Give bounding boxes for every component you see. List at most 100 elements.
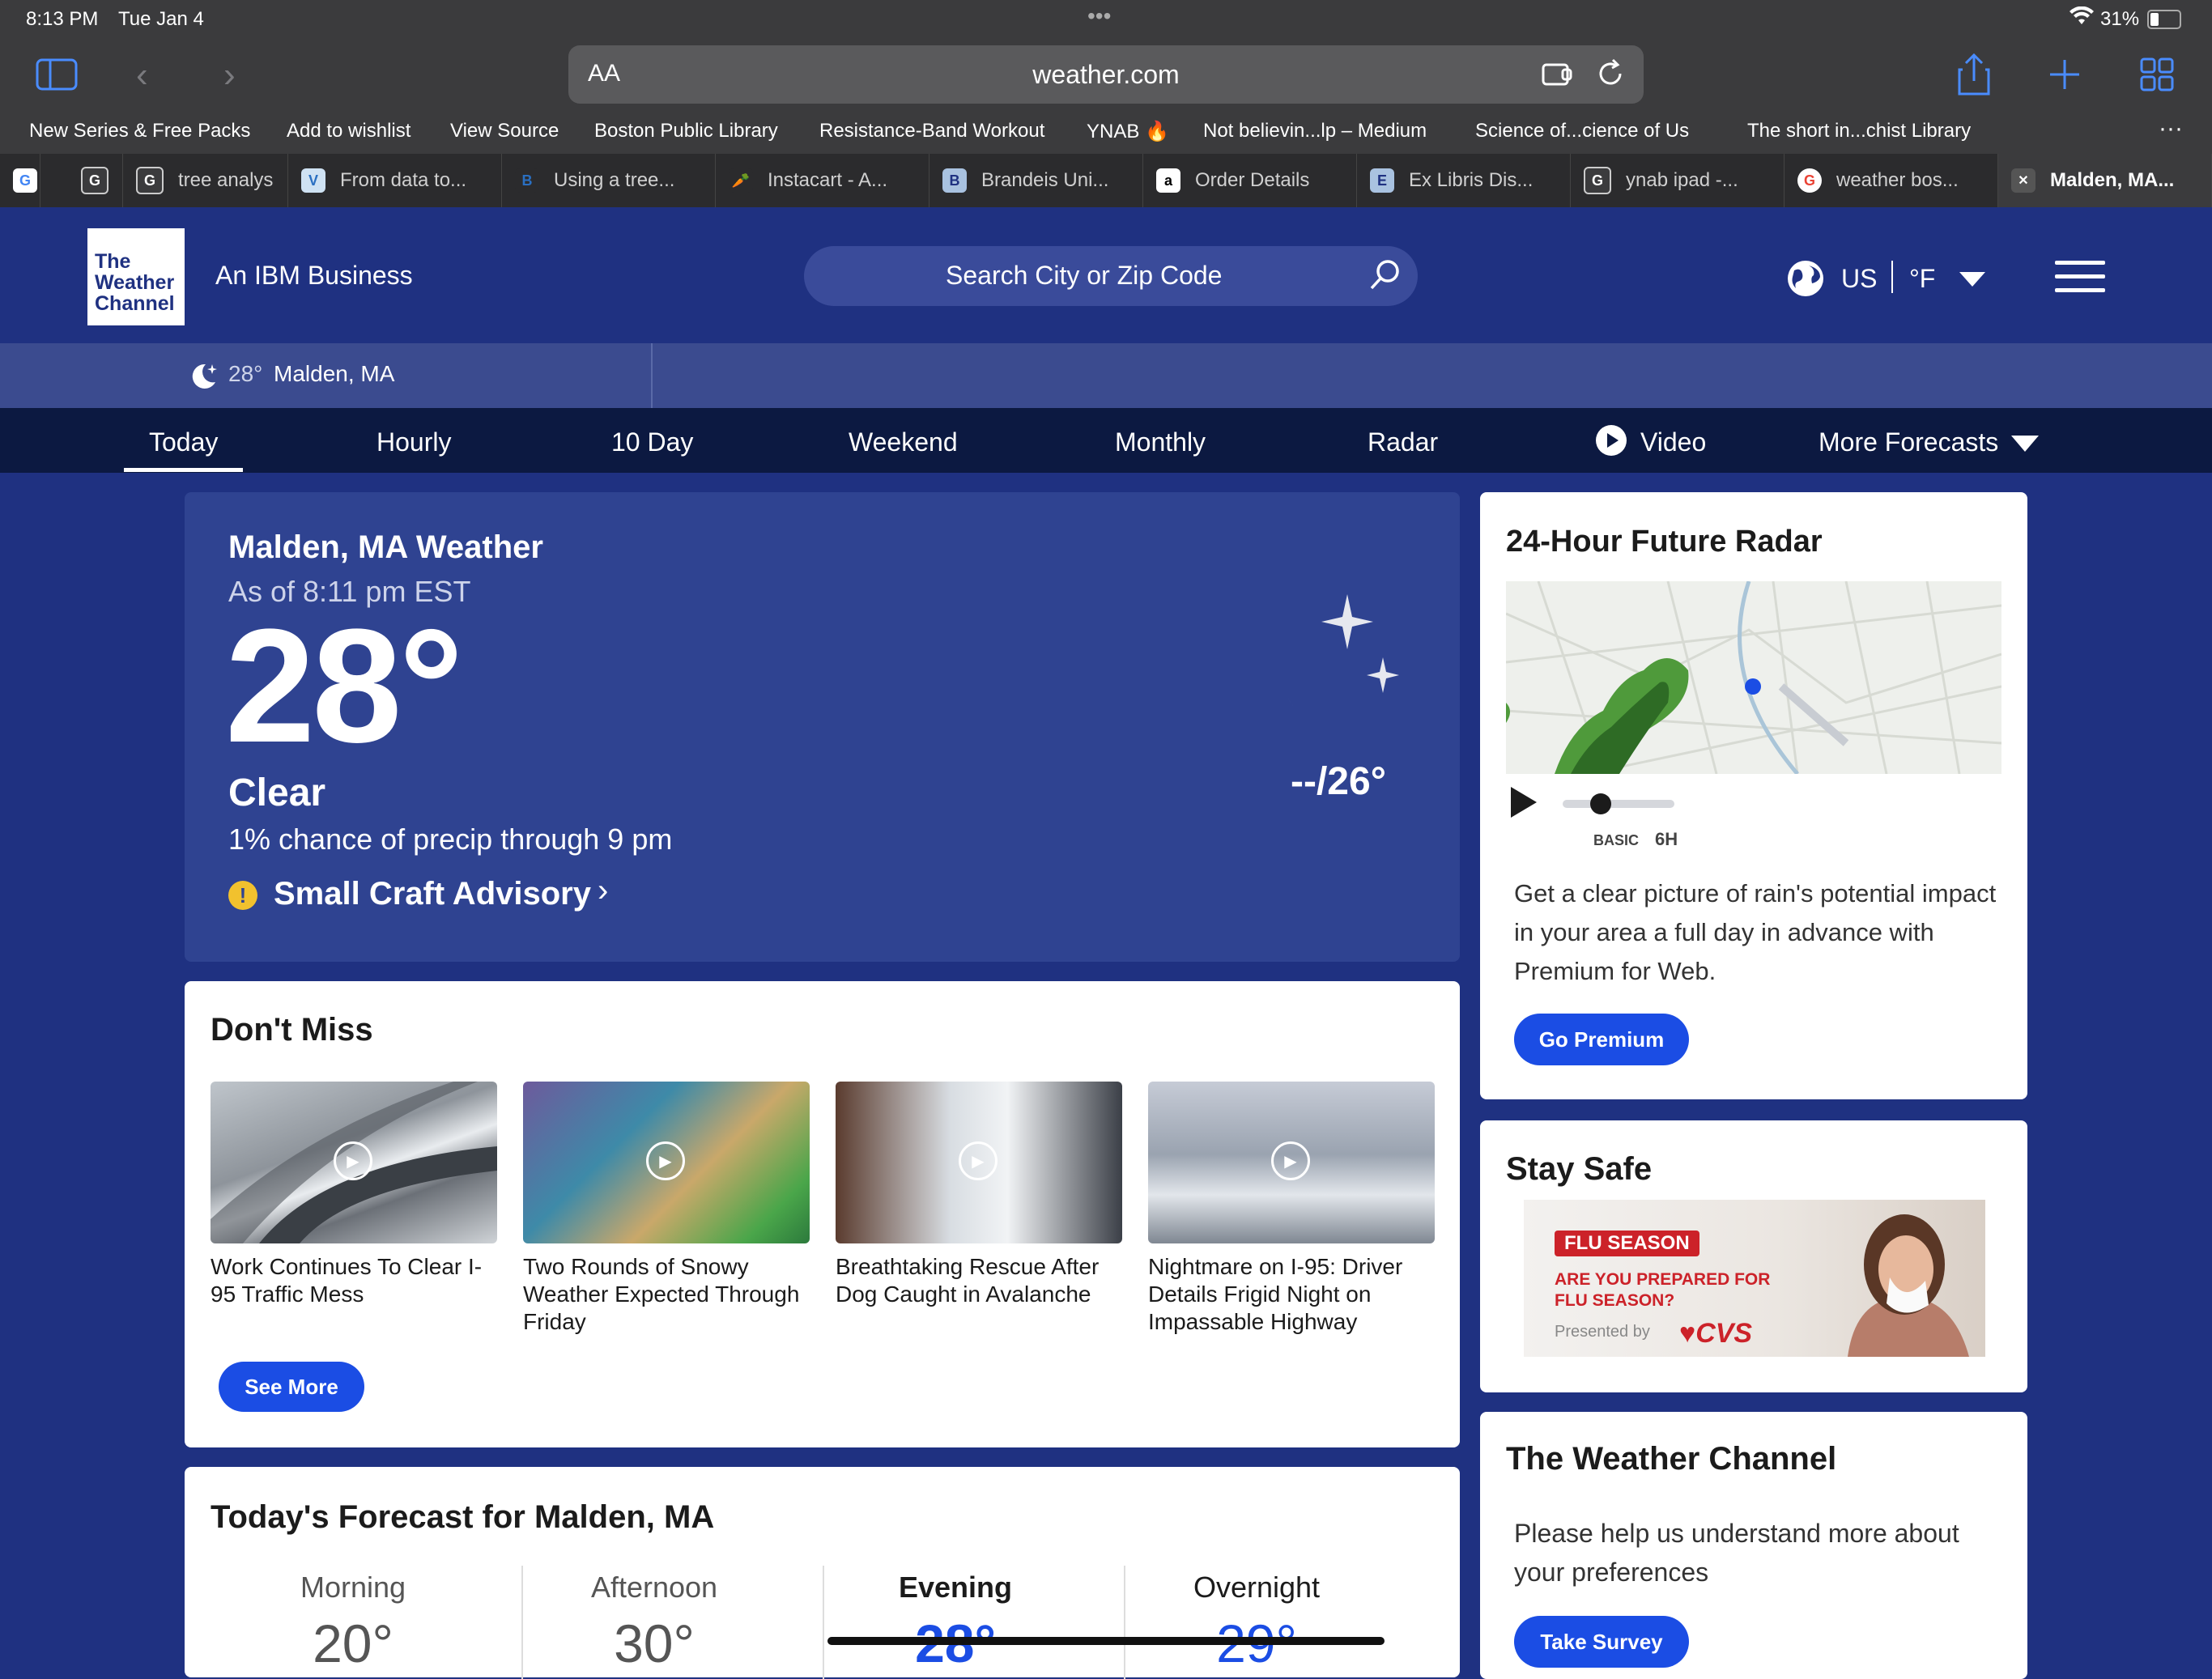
news-thumbnail[interactable]: ▶ <box>211 1082 497 1243</box>
bookmark-item[interactable]: The short in...chist Library <box>1747 120 1971 142</box>
current-title: Malden, MA Weather <box>228 529 543 565</box>
bookmark-item[interactable]: Resistance-Band Workout <box>819 120 1044 142</box>
section-title: The Weather Channel <box>1506 1441 1837 1477</box>
logo-line: Weather <box>95 271 175 294</box>
slider-label-basic: BASIC <box>1593 832 1640 848</box>
radar-timeline-slider[interactable] <box>1563 800 1674 808</box>
advisory-link[interactable]: Small Craft Advisory <box>274 876 591 912</box>
logo-line: Channel <box>95 292 175 315</box>
recent-location-name[interactable]: Malden, MA <box>274 361 394 387</box>
news-thumbnail[interactable]: ▶ <box>523 1082 810 1243</box>
status-date: Tue Jan 4 <box>118 8 204 30</box>
chevron-down-icon[interactable] <box>1959 272 1985 287</box>
back-arrow-icon[interactable]: ‹ <box>136 39 148 112</box>
slider-thumb[interactable] <box>1590 793 1611 814</box>
home-indicator[interactable] <box>827 1637 1385 1645</box>
news-headline[interactable]: Nightmare on I-95: Driver Details Frigid… <box>1148 1253 1440 1336</box>
address-bar[interactable]: AA weather.com <box>568 45 1644 104</box>
reload-icon[interactable] <box>1593 57 1627 95</box>
radar-map[interactable] <box>1506 581 2001 774</box>
nav-monthly[interactable]: Monthly <box>1115 427 1206 457</box>
tab-overview-icon[interactable] <box>2139 57 2175 96</box>
forecast-period-label: Evening <box>898 1571 1013 1604</box>
video-play-icon[interactable]: ▶ <box>646 1141 685 1180</box>
browser-tab[interactable]: a Order Details <box>1143 154 1357 207</box>
search-icon[interactable] <box>1368 257 1403 300</box>
extension-icon[interactable] <box>1540 57 1574 95</box>
tab-label: Order Details <box>1195 169 1310 191</box>
hamburger-menu-icon[interactable] <box>2055 261 2105 297</box>
video-play-icon[interactable]: ▶ <box>334 1141 372 1180</box>
bookmark-item[interactable]: Boston Public Library <box>594 120 778 142</box>
browser-tab[interactable]: G <box>40 154 123 207</box>
browser-toolbar: ‹ › AA weather.com <box>0 39 2212 112</box>
current-temperature: 28° <box>225 596 463 776</box>
nav-radar[interactable]: Radar <box>1368 427 1438 457</box>
flu-season-ad[interactable]: FLU SEASON ARE YOU PREPARED FOR FLU SEAS… <box>1524 1200 1985 1357</box>
google-icon: G <box>1584 167 1611 194</box>
news-headline[interactable]: Breathtaking Rescue After Dog Caught in … <box>836 1253 1127 1308</box>
bookmark-item[interactable]: Science of...cience of Us <box>1475 120 1689 142</box>
bookmarks-more-icon[interactable]: ··· <box>2159 115 2183 142</box>
tab-label: From data to... <box>340 169 467 191</box>
nav-hourly[interactable]: Hourly <box>376 427 451 457</box>
ex-libris-icon: E <box>1370 168 1394 193</box>
recent-location-temp[interactable]: 28° <box>228 361 262 387</box>
browser-tab[interactable]: Gtree analys <box>123 154 288 207</box>
browser-tab[interactable]: G <box>0 154 40 207</box>
chevron-down-icon[interactable] <box>2011 436 2039 452</box>
url-text[interactable]: weather.com <box>568 60 1644 90</box>
nav-10-day[interactable]: 10 Day <box>611 427 693 457</box>
bookmark-item[interactable]: YNAB 🔥 <box>1087 120 1169 143</box>
browser-tab[interactable]: B Brandeis Uni... <box>929 154 1143 207</box>
video-play-icon[interactable]: ▶ <box>1271 1141 1310 1180</box>
amazon-icon: a <box>1156 168 1180 193</box>
region-label[interactable]: US <box>1841 264 1877 294</box>
browser-tab[interactable]: E Ex Libris Dis... <box>1357 154 1571 207</box>
search-input[interactable]: Search City or Zip Code <box>804 246 1418 306</box>
radar-play-icon[interactable] <box>1509 785 1538 823</box>
bookmark-item[interactable]: Add to wishlist <box>287 120 410 142</box>
browser-tab[interactable]: B Using a tree... <box>502 154 716 207</box>
brandeis-icon: B <box>942 168 967 193</box>
unit-label[interactable]: °F <box>1909 264 1935 294</box>
divider <box>651 343 653 408</box>
bookmark-item[interactable]: New Series & Free Packs <box>29 120 250 142</box>
see-more-button[interactable]: See More <box>219 1362 364 1412</box>
globe-icon[interactable] <box>1786 259 1825 302</box>
tab-label: Ex Libris Dis... <box>1409 169 1534 191</box>
browser-tab-active[interactable]: ✕ Malden, MA... <box>1998 154 2212 207</box>
browser-tab[interactable]: Gweather bos... <box>1784 154 1998 207</box>
take-survey-button[interactable]: Take Survey <box>1514 1616 1689 1668</box>
new-tab-icon[interactable] <box>2047 57 2082 96</box>
news-thumbnail[interactable]: ▶ <box>1148 1082 1435 1243</box>
tab-strip: G G Gtree analys V From data to... B Using… <box>0 154 2212 207</box>
nav-weekend[interactable]: Weekend <box>849 427 958 457</box>
nav-today[interactable]: Today <box>149 427 218 457</box>
chevron-right-icon[interactable]: › <box>598 873 608 909</box>
browser-tab[interactable]: Gynab ipad -... <box>1571 154 1784 207</box>
news-headline[interactable]: Two Rounds of Snowy Weather Expected Thr… <box>523 1253 815 1336</box>
bookmark-item[interactable]: Not believin...lp – Medium <box>1203 120 1427 142</box>
go-premium-button[interactable]: Go Premium <box>1514 1014 1689 1065</box>
browser-tab[interactable]: 🥕 Instacart - A... <box>716 154 929 207</box>
bookmark-item[interactable]: View Source <box>450 120 559 142</box>
ad-presented-by: Presented by <box>1555 1323 1650 1341</box>
sidebar-toggle-icon[interactable] <box>36 39 78 116</box>
forward-arrow-icon[interactable]: › <box>223 39 236 112</box>
video-play-icon[interactable]: ▶ <box>959 1141 998 1180</box>
twc-logo[interactable]: The Weather Channel <box>87 228 185 325</box>
play-circle-icon[interactable] <box>1595 424 1627 463</box>
browser-tab[interactable]: V From data to... <box>288 154 502 207</box>
nav-video[interactable]: Video <box>1640 427 1706 457</box>
multitask-dots-icon[interactable]: ••• <box>1087 3 1111 29</box>
tab-label: ynab ipad -... <box>1626 169 1738 191</box>
survey-description: Please help us understand more about you… <box>1514 1519 1959 1587</box>
nav-more-forecasts[interactable]: More Forecasts <box>1819 427 1998 457</box>
close-tab-icon[interactable]: ✕ <box>2011 168 2035 193</box>
wifi-icon <box>2069 6 2094 32</box>
news-thumbnail[interactable]: ▶ <box>836 1082 1122 1243</box>
radar-description: Get a clear picture of rain's potential … <box>1514 879 1997 985</box>
news-headline[interactable]: Work Continues To Clear I-95 Traffic Mes… <box>211 1253 502 1308</box>
share-icon[interactable] <box>1956 53 1992 100</box>
